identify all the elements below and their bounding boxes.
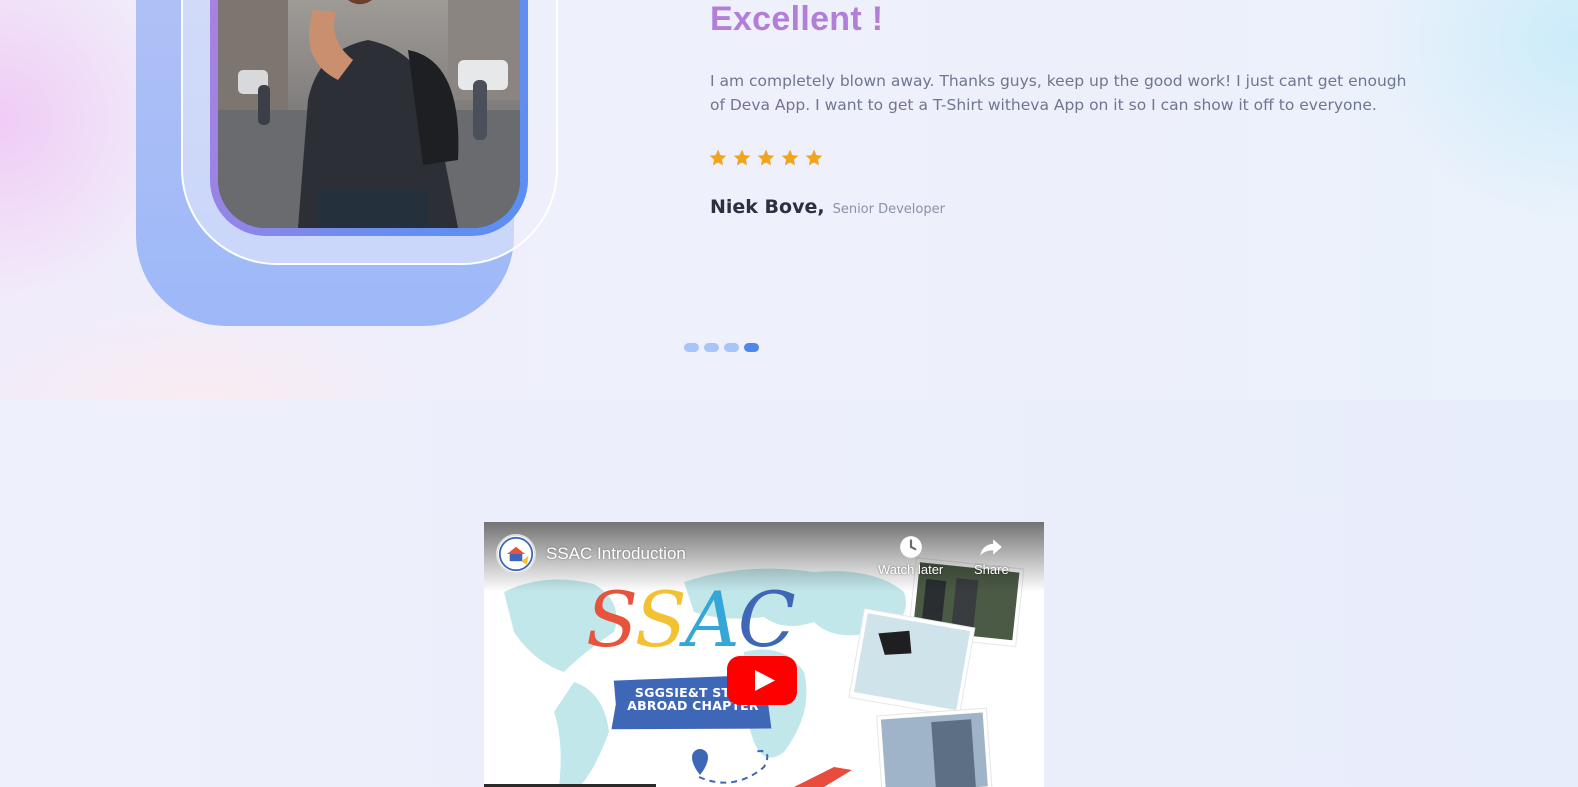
- star-icon: [733, 149, 751, 166]
- clock-icon: [899, 536, 922, 558]
- star-icon: [781, 149, 799, 166]
- star-rating: [708, 148, 824, 168]
- star-icon: [805, 149, 823, 166]
- share-arrow-icon: [980, 539, 1003, 556]
- author-name: Niek Bove,: [710, 196, 825, 218]
- slider-dot[interactable]: [744, 343, 759, 352]
- author-role: Senior Developer: [832, 202, 945, 217]
- slider-dot[interactable]: [724, 343, 739, 352]
- author: Niek Bove, Senior Developer: [710, 196, 945, 218]
- star-icon: [709, 149, 727, 166]
- slider-dots: [684, 343, 759, 352]
- slider-dot[interactable]: [684, 343, 699, 352]
- star-icon: [757, 149, 775, 166]
- share-label: Share: [974, 562, 1009, 577]
- photographer-image: [218, 0, 520, 228]
- review-text: I am completely blown away. Thanks guys,…: [710, 72, 1407, 114]
- youtube-embed[interactable]: SSAC SGGSIE&T STUD ABROAD CHAPTER SSAC I…: [484, 522, 1044, 787]
- reviewer-photo: [218, 0, 520, 228]
- reviewer-photo-frame: [210, 0, 528, 236]
- channel-avatar[interactable]: [496, 534, 536, 574]
- ssac-logo-text: SSAC: [586, 575, 796, 664]
- video-section: SSAC SGGSIE&T STUD ABROAD CHAPTER SSAC I…: [0, 400, 1578, 787]
- watch-later-button[interactable]: Watch later: [878, 534, 943, 577]
- youtube-play-icon[interactable]: [727, 656, 797, 705]
- rating-title: Excellent !: [710, 0, 884, 38]
- share-button[interactable]: Share: [974, 534, 1009, 577]
- testimonial-section: Excellent ! I am completely blown away. …: [0, 0, 1578, 400]
- channel-logo-icon: [498, 536, 534, 572]
- video-title[interactable]: SSAC Introduction: [546, 544, 686, 564]
- watch-later-label: Watch later: [878, 562, 944, 577]
- slider-dot[interactable]: [704, 343, 719, 352]
